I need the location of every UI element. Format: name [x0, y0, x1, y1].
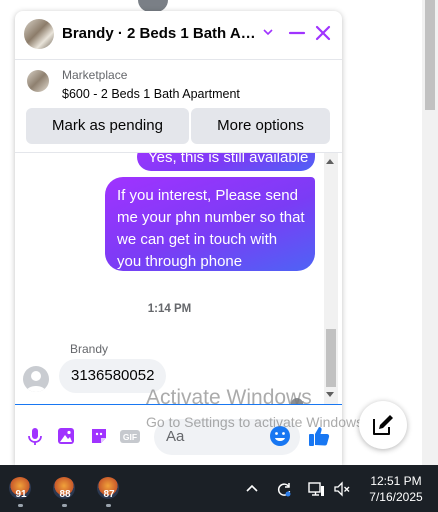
listing-title[interactable]: $600 - 2 Beds 1 Bath Apartment	[62, 87, 240, 101]
svg-text:GIF: GIF	[123, 432, 137, 442]
microphone-icon[interactable]	[24, 425, 46, 447]
gif-icon[interactable]: GIF	[119, 425, 141, 447]
app-badge: 87	[103, 489, 115, 500]
running-indicator	[18, 504, 23, 507]
network-icon[interactable]	[307, 480, 325, 498]
volume-muted-icon[interactable]	[333, 480, 351, 498]
system-clock[interactable]: 12:51 PM 7/16/2025	[360, 473, 432, 505]
scroll-up-arrow-icon[interactable]	[326, 159, 334, 164]
minimize-icon[interactable]	[287, 23, 307, 43]
marketplace-banner: Marketplace $600 - 2 Beds 1 Bath Apartme…	[15, 60, 342, 153]
listing-thumbnail[interactable]	[27, 70, 49, 92]
sync-icon[interactable]	[275, 480, 293, 498]
taskbar: 91 88 87 12:51 PM 7/16/2025	[0, 465, 438, 512]
marketplace-label: Marketplace	[62, 68, 128, 82]
outgoing-message[interactable]: Yes, this is still available	[137, 153, 315, 171]
emoji-icon[interactable]	[269, 425, 291, 447]
composer-bar: GIF Aa	[15, 404, 342, 465]
taskbar-app-2[interactable]: 88	[51, 473, 79, 507]
outgoing-message[interactable]: If you interest, Please send me your phn…	[105, 177, 315, 271]
chevron-up-icon[interactable]	[243, 480, 261, 498]
time-separator: 1:14 PM	[147, 303, 192, 315]
taskbar-app-3[interactable]: 87	[95, 473, 123, 507]
chevron-down-icon[interactable]	[261, 22, 275, 42]
running-indicator	[62, 504, 67, 507]
running-indicator	[106, 504, 111, 507]
app-badge: 88	[59, 489, 71, 500]
contact-avatar[interactable]	[24, 19, 54, 49]
app-badge: 91	[15, 489, 27, 500]
message-list[interactable]: Yes, this is still available If you inte…	[15, 153, 342, 404]
new-message-button[interactable]	[359, 401, 407, 449]
chat-window: Brandy · 2 Beds 1 Bath Apa... Marketplac…	[15, 11, 342, 465]
close-icon[interactable]	[313, 23, 333, 43]
incoming-message[interactable]: 3136580052	[59, 359, 167, 393]
chat-header[interactable]: Brandy · 2 Beds 1 Bath Apa...	[15, 11, 342, 60]
sender-avatar[interactable]	[23, 366, 49, 392]
scroll-down-arrow-icon[interactable]	[326, 392, 334, 397]
message-scrollbar-thumb[interactable]	[326, 329, 336, 387]
person-icon	[26, 371, 46, 392]
page-scrollbar-thumb[interactable]	[425, 0, 435, 110]
more-options-button[interactable]: More options	[191, 108, 330, 144]
chat-title[interactable]: Brandy · 2 Beds 1 Bath Apa...	[62, 25, 262, 42]
sender-name: Brandy	[70, 342, 109, 356]
clock-date: 7/16/2025	[369, 490, 423, 504]
compose-icon	[373, 415, 393, 435]
taskbar-app-1[interactable]: 91	[7, 473, 35, 507]
thumbs-up-icon[interactable]	[307, 424, 331, 448]
photo-icon[interactable]	[55, 425, 77, 447]
mark-as-pending-button[interactable]: Mark as pending	[26, 108, 189, 144]
clock-time: 12:51 PM	[370, 474, 422, 488]
sticker-icon[interactable]	[88, 425, 110, 447]
